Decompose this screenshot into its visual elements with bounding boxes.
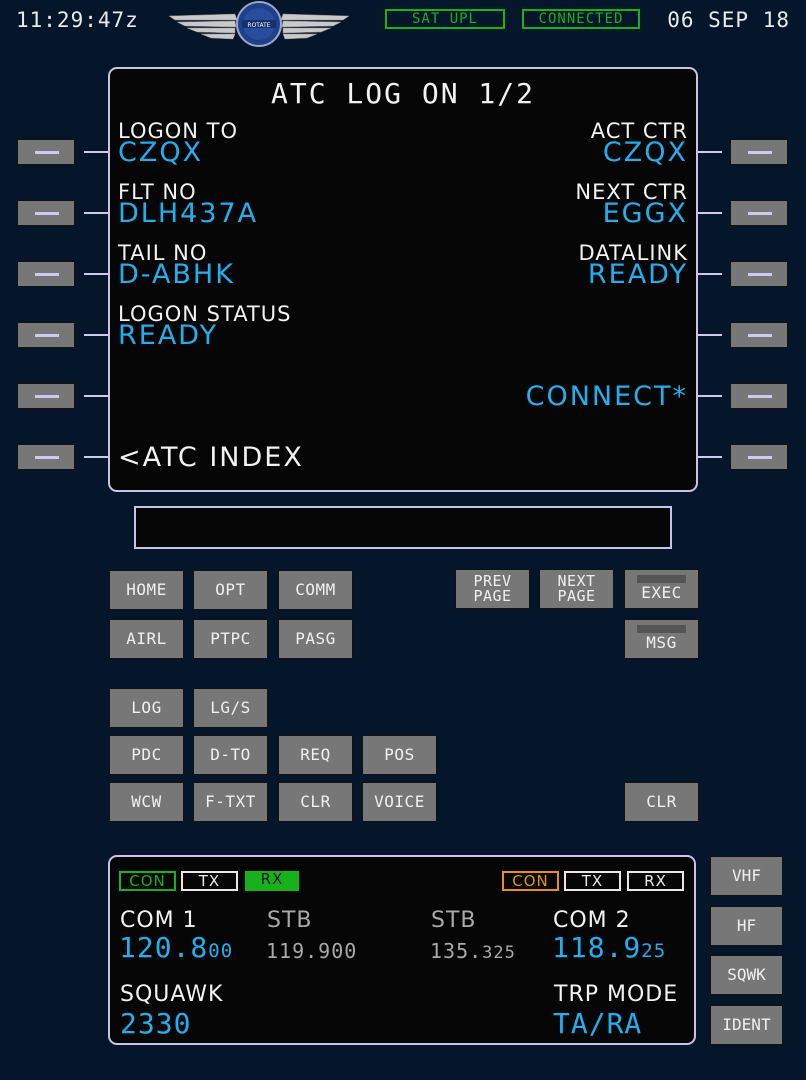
stb2-freq-main: 135.	[430, 939, 483, 963]
sat-upl-status: SAT UPL	[385, 9, 505, 29]
msg-key[interactable]: MSG	[624, 619, 699, 659]
clr-left-key[interactable]: CLR	[278, 782, 353, 822]
exec-annunciator-light	[637, 575, 686, 583]
lsk-3l-line	[84, 273, 108, 275]
lsk-1r[interactable]	[730, 139, 788, 165]
logon-to-value[interactable]: CZQX	[118, 137, 203, 168]
lsk-4r[interactable]	[730, 322, 788, 348]
connect-prompt[interactable]: CONNECT*	[526, 381, 688, 412]
logo-text: ROTATE	[247, 22, 270, 29]
lsk-1l[interactable]	[17, 139, 75, 165]
datalink-value: READY	[587, 259, 688, 290]
ptpc-key[interactable]: PTPC	[193, 619, 268, 659]
squawk-value[interactable]: 2330	[120, 1007, 191, 1040]
logon-status-value: READY	[118, 320, 219, 351]
pos-key[interactable]: POS	[362, 735, 437, 775]
lsk-5r[interactable]	[730, 383, 788, 409]
com2-con-indicator: CON	[502, 871, 559, 891]
flt-no-value[interactable]: DLH437A	[118, 198, 258, 229]
com1-label: COM 1	[120, 908, 198, 933]
act-ctr-value: CZQX	[602, 137, 688, 168]
lsk-6l-line	[84, 456, 108, 458]
cdu-display: ATC LOG ON 1/2 LOGON TO CZQX FLT NO DLH4…	[108, 67, 698, 492]
lsk-5l-line	[84, 395, 108, 397]
airl-key[interactable]: AIRL	[109, 619, 184, 659]
date-display: 06 SEP 18	[667, 8, 790, 32]
rotate-logo: ROTATE	[168, 1, 350, 47]
trp-mode-label: TRP MODE	[554, 982, 679, 1007]
com2-freq-main: 118.9	[552, 931, 642, 964]
page-title: ATC LOG ON 1/2	[270, 77, 535, 110]
voice-key[interactable]: VOICE	[362, 782, 437, 822]
next-page-key[interactable]: NEXT PAGE	[539, 569, 614, 609]
lsk-6l[interactable]	[17, 444, 75, 470]
com2-freq-small: 25	[641, 940, 667, 962]
lsk-2r-line	[698, 212, 722, 214]
opt-key[interactable]: OPT	[193, 570, 268, 610]
com1-rx-indicator: RX	[245, 871, 299, 891]
comm-key[interactable]: COMM	[278, 570, 353, 610]
lsk-6r-line	[698, 456, 722, 458]
lsk-2l-line	[84, 212, 108, 214]
lsk-3l[interactable]	[17, 261, 75, 287]
lsk-3r[interactable]	[730, 261, 788, 287]
stb2-label: STB	[431, 908, 477, 933]
lsk-2r[interactable]	[730, 200, 788, 226]
wcw-key[interactable]: WCW	[109, 782, 184, 822]
com1-tx-indicator: TX	[181, 871, 238, 891]
exec-key[interactable]: EXEC	[624, 569, 699, 609]
connected-status: CONNECTED	[522, 9, 640, 29]
lsk-4l[interactable]	[17, 322, 75, 348]
lsk-6r[interactable]	[730, 444, 788, 470]
req-key[interactable]: REQ	[278, 735, 353, 775]
trp-mode-value[interactable]: TA/RA	[553, 1007, 642, 1040]
lsk-2l[interactable]	[17, 200, 75, 226]
next-ctr-value: EGGX	[602, 198, 688, 229]
lgs-key[interactable]: LG/S	[193, 688, 268, 728]
tail-no-value[interactable]: D-ABHK	[118, 259, 235, 290]
com1-freq-main: 120.8	[119, 931, 209, 964]
squawk-label: SQUAWK	[120, 982, 224, 1007]
vhf-key[interactable]: VHF	[710, 856, 783, 896]
stb1-label: STB	[267, 908, 313, 933]
f-txt-key[interactable]: F-TXT	[193, 782, 268, 822]
exec-label: EXEC	[641, 583, 682, 602]
atc-index-link[interactable]: <ATC INDEX	[118, 442, 304, 473]
com2-active-frequency[interactable]: 118.925	[552, 931, 666, 964]
ident-key[interactable]: IDENT	[710, 1005, 783, 1045]
sqwk-key[interactable]: SQWK	[710, 955, 783, 995]
lsk-5l[interactable]	[17, 383, 75, 409]
com1-standby-frequency[interactable]: 119.900	[266, 939, 357, 963]
hf-key[interactable]: HF	[710, 906, 783, 946]
msg-annunciator-light	[637, 625, 686, 633]
com2-tx-indicator: TX	[564, 871, 621, 891]
lsk-1r-line	[698, 151, 722, 153]
lsk-3r-line	[698, 273, 722, 275]
msg-label: MSG	[646, 633, 677, 652]
utc-clock: 11:29:47z	[16, 8, 139, 32]
clr-key[interactable]: CLR	[624, 782, 699, 822]
d-to-key[interactable]: D-TO	[193, 735, 268, 775]
lsk-1l-line	[84, 151, 108, 153]
radio-panel: CON TX RX CON TX RX COM 1 120.800 STB 11…	[108, 855, 696, 1045]
pasg-key[interactable]: PASG	[278, 619, 353, 659]
com2-standby-frequency[interactable]: 135.325	[430, 939, 516, 963]
scratchpad	[134, 506, 672, 549]
lsk-4l-line	[84, 334, 108, 336]
prev-page-key[interactable]: PREV PAGE	[455, 569, 530, 609]
com2-rx-indicator: RX	[627, 871, 684, 891]
pdc-key[interactable]: PDC	[109, 735, 184, 775]
stb2-freq-small: 325	[482, 943, 516, 963]
log-key[interactable]: LOG	[109, 688, 184, 728]
lsk-4r-line	[698, 334, 722, 336]
prev-page-line2: PAGE	[473, 587, 512, 605]
com2-label: COM 2	[553, 908, 631, 933]
com1-con-indicator: CON	[119, 871, 176, 891]
com1-freq-small: 00	[208, 940, 234, 962]
home-key[interactable]: HOME	[109, 570, 184, 610]
next-page-line2: PAGE	[557, 587, 596, 605]
lsk-5r-line	[698, 395, 722, 397]
com1-active-frequency[interactable]: 120.800	[119, 931, 233, 964]
